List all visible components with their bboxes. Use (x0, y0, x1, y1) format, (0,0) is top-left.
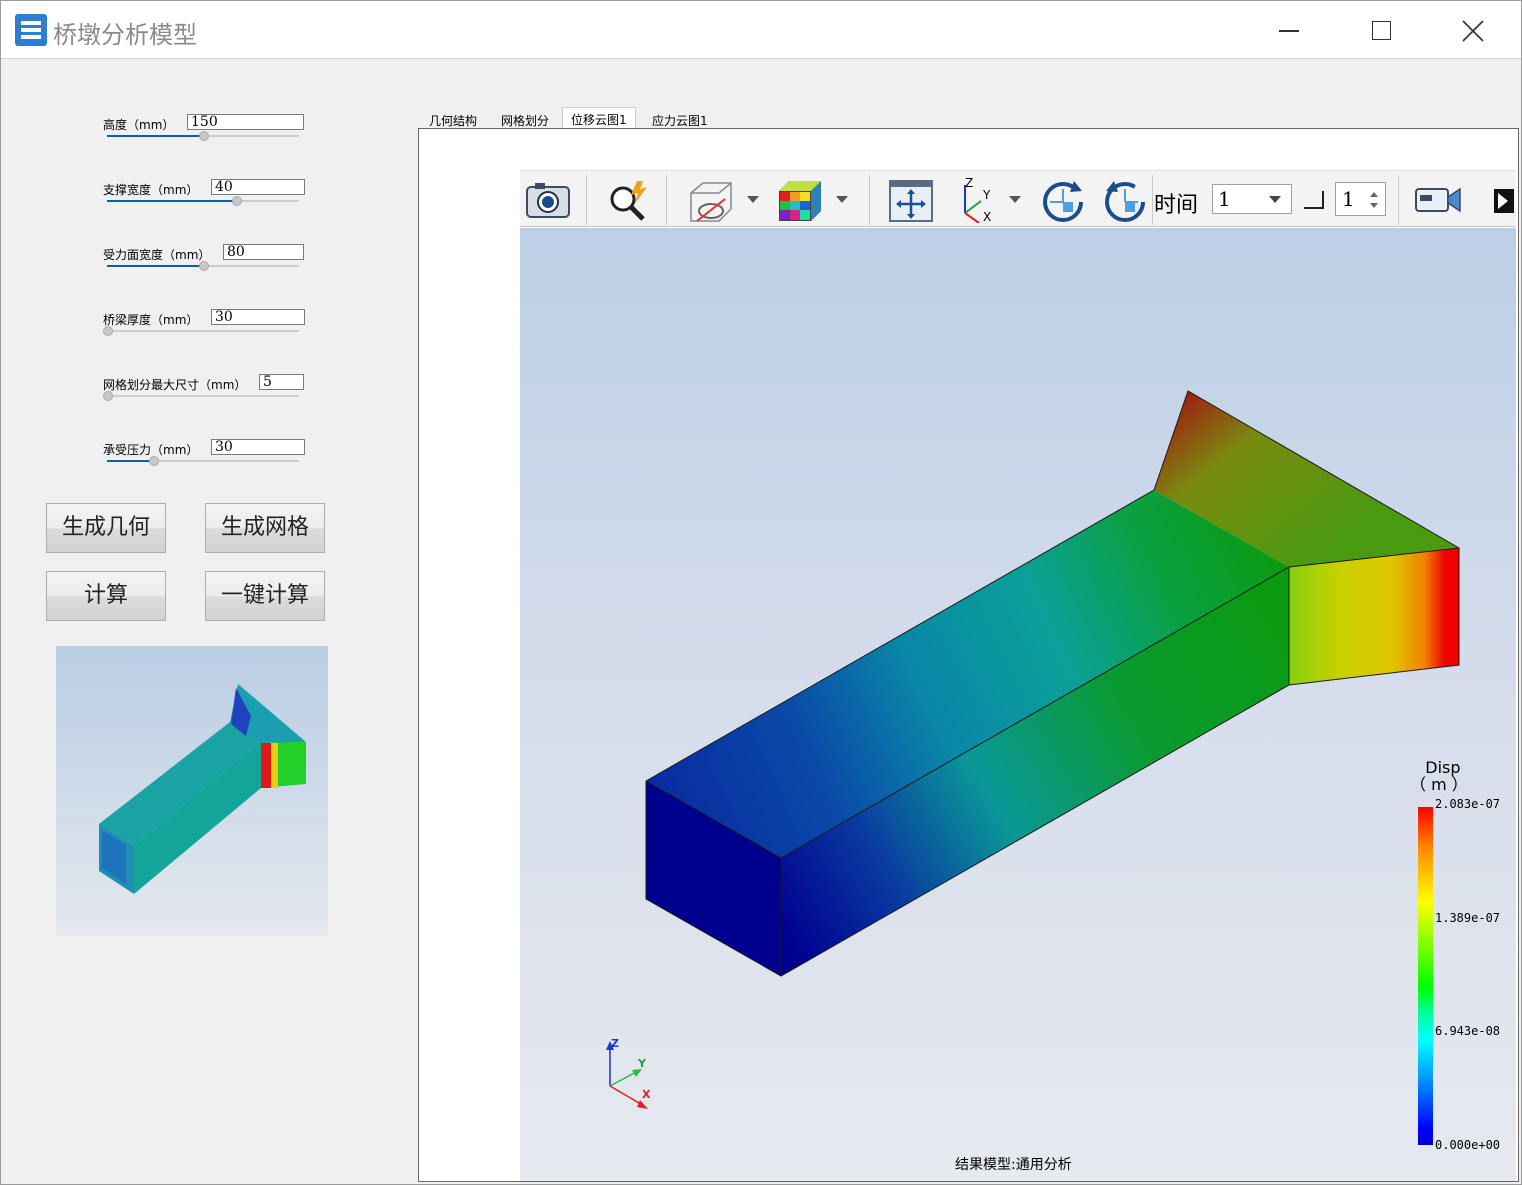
more-icon[interactable] (1486, 177, 1516, 223)
app-icon (15, 14, 47, 46)
window-title: 桥墩分析模型 (53, 21, 197, 49)
pressure-input[interactable]: 30 (211, 439, 305, 455)
axis-label-x: X (642, 1088, 651, 1101)
visibility-icon[interactable] (687, 177, 733, 223)
height-slider[interactable] (107, 131, 299, 141)
param-label: 高度（mm） (103, 118, 175, 132)
param-label: 网格划分最大尺寸（mm） (103, 378, 247, 392)
slider-thumb[interactable] (199, 131, 209, 141)
step-spinbox-value: 1 (1342, 187, 1355, 211)
svg-text:Z: Z (965, 177, 973, 190)
legend-tick-max: 2.083e-07 (1435, 797, 1501, 811)
slider-thumb[interactable] (232, 196, 242, 206)
support-width-slider[interactable] (107, 196, 299, 206)
param-label: 桥梁厚度（mm） (103, 313, 199, 327)
generate-mesh-button[interactable]: 生成网格 (205, 503, 325, 553)
result-viewport[interactable]: Z Y X Disp （ m ） 2.083e-07 1.389e-07 6.9… (520, 228, 1516, 1181)
param-label: 支撑宽度（mm） (103, 183, 199, 197)
chevron-down-icon[interactable] (1009, 196, 1021, 203)
parameter-panel: 高度（mm） 150 支撑宽度（mm） 40 受力面宽度（mm） 80 桥梁厚度… (3, 60, 413, 1182)
axes-icon[interactable]: ZYX (953, 176, 999, 224)
minimize-button[interactable] (1259, 11, 1319, 51)
displacement-model (606, 390, 1460, 1109)
legend-title: Disp （ m ） (1410, 758, 1468, 793)
step-end-icon[interactable] (1304, 191, 1324, 209)
param-support-width: 支撑宽度（mm） 40 (103, 179, 308, 221)
generate-geometry-button[interactable]: 生成几何 (46, 503, 166, 553)
rotate-cw-icon[interactable] (1040, 177, 1086, 223)
preview-model-image (99, 684, 306, 894)
beam-thickness-slider[interactable] (103, 326, 299, 336)
load-width-input[interactable]: 80 (223, 244, 304, 260)
minimize-icon (1279, 30, 1299, 32)
support-width-input[interactable]: 40 (211, 179, 305, 195)
height-input[interactable]: 150 (187, 114, 304, 130)
legend-tick: 1.389e-07 (1435, 911, 1501, 925)
rotate-ccw-icon[interactable] (1102, 177, 1148, 223)
spin-down-icon[interactable] (1370, 203, 1378, 208)
axis-label-y: Y (638, 1057, 646, 1070)
camera-icon[interactable] (525, 177, 571, 223)
fit-view-icon[interactable] (888, 177, 934, 223)
chevron-down-icon[interactable] (747, 196, 759, 203)
chevron-down-icon (1269, 196, 1281, 203)
video-icon[interactable] (1414, 177, 1461, 223)
tab-displacement[interactable]: 位移云图1 (562, 107, 636, 129)
slider-thumb[interactable] (199, 261, 209, 271)
axis-label-z: Z (611, 1037, 619, 1050)
maximize-icon (1372, 21, 1391, 40)
time-label: 时间 (1154, 193, 1199, 218)
tab-geometry[interactable]: 几何结构 (421, 109, 485, 129)
param-pressure: 承受压力（mm） 30 (103, 439, 308, 481)
chevron-down-icon[interactable] (836, 196, 848, 203)
result-model-status: 结果模型:通用分析 (955, 1157, 1072, 1173)
color-cube-icon[interactable] (777, 177, 823, 223)
legend-title-text: Disp (1425, 758, 1461, 777)
legend-color-bar (1418, 807, 1433, 1145)
tab-mesh[interactable]: 网格划分 (493, 109, 557, 129)
close-button[interactable] (1443, 11, 1503, 51)
param-label: 承受压力（mm） (103, 443, 199, 457)
svg-text:X: X (983, 210, 991, 223)
time-select[interactable]: 1 (1212, 184, 1292, 214)
main-window: 桥墩分析模型 高度（mm） 150 支撑宽度（mm） 40 受力面宽度（mm） … (0, 0, 1522, 1185)
param-label: 受力面宽度（mm） (103, 248, 211, 262)
legend-unit: （ m ） (1410, 775, 1468, 794)
compute-button[interactable]: 计算 (46, 571, 166, 621)
mesh-size-slider[interactable] (103, 391, 299, 401)
svg-text:Y: Y (982, 188, 991, 202)
one-click-compute-button[interactable]: 一键计算 (205, 571, 325, 621)
slider-thumb[interactable] (103, 391, 113, 401)
step-spinbox[interactable]: 1 (1335, 182, 1386, 216)
legend-tick-min: 0.000e+00 (1435, 1138, 1501, 1152)
time-select-value: 1 (1218, 187, 1231, 211)
spin-up-icon[interactable] (1370, 192, 1378, 197)
legend-tick: 6.943e-08 (1435, 1024, 1501, 1038)
maximize-button[interactable] (1351, 11, 1411, 51)
title-bar: 桥墩分析模型 (1, 1, 1521, 59)
magnify-icon[interactable] (605, 177, 651, 223)
param-beam-thickness: 桥梁厚度（mm） 30 (103, 309, 308, 351)
param-height: 高度（mm） 150 (103, 114, 308, 156)
close-icon (1462, 20, 1484, 42)
mesh-size-input[interactable]: 5 (259, 374, 304, 390)
tab-stress[interactable]: 应力云图1 (644, 109, 716, 129)
beam-thickness-input[interactable]: 30 (211, 309, 305, 325)
param-load-width: 受力面宽度（mm） 80 (103, 244, 308, 286)
viewer-toolbar: ZYX 时间 1 1 (520, 170, 1516, 227)
slider-thumb[interactable] (149, 456, 159, 466)
preview-thumbnail (56, 646, 328, 936)
slider-thumb[interactable] (103, 326, 113, 336)
load-width-slider[interactable] (107, 261, 299, 271)
param-mesh-size: 网格划分最大尺寸（mm） 5 (103, 374, 308, 416)
pressure-slider[interactable] (107, 456, 299, 466)
